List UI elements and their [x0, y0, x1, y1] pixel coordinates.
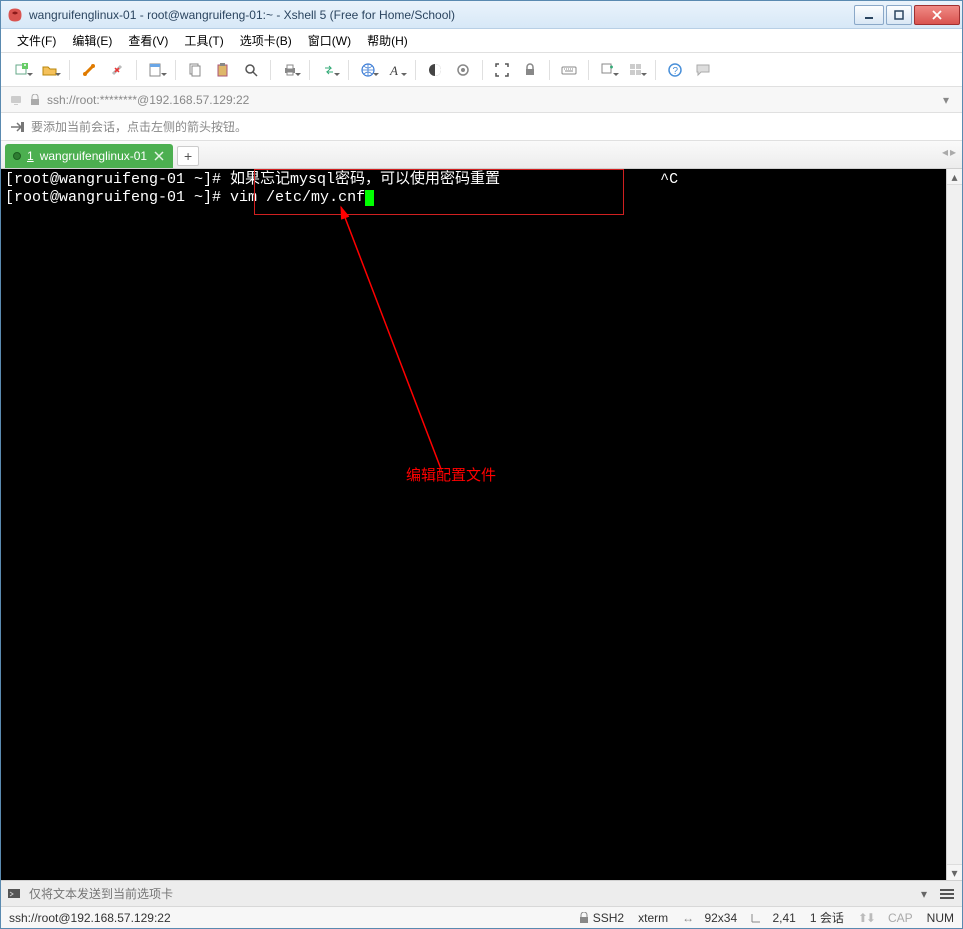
properties-button[interactable] [143, 57, 169, 83]
fullscreen-button[interactable] [489, 57, 515, 83]
new-window-button[interactable] [595, 57, 621, 83]
send-icon [7, 887, 23, 901]
color-scheme-button[interactable] [422, 57, 448, 83]
status-bar: ssh://root@192.168.57.129:22 SSH2 xterm … [1, 906, 962, 928]
status-connection: ssh://root@192.168.57.129:22 [9, 911, 565, 925]
prompt: [root@wangruifeng-01 ~]# [5, 171, 230, 188]
separator [270, 60, 271, 80]
separator [309, 60, 310, 80]
status-cursor: 2,41 [751, 911, 796, 925]
tab-bar: 1 wangruifenglinux-01 + ◂ ▸ [1, 141, 962, 169]
find-button[interactable] [238, 57, 264, 83]
terminal[interactable]: [root@wangruifeng-01 ~]# 如果忘记mysql密码，可以使… [1, 169, 946, 880]
menu-view[interactable]: 查看(V) [122, 30, 174, 51]
address-url[interactable]: ssh://root:********@192.168.57.129:22 [47, 93, 932, 107]
tab-label: wangruifenglinux-01 [40, 149, 147, 163]
separator [348, 60, 349, 80]
menu-help[interactable]: 帮助(H) [361, 30, 414, 51]
font-button[interactable]: A [383, 57, 409, 83]
tab-index: 1 [27, 149, 34, 163]
status-sessions: 1 会话 [810, 909, 844, 926]
address-bar: ssh://root:********@192.168.57.129:22 ▾ [1, 87, 962, 113]
new-session-button[interactable] [9, 57, 35, 83]
disconnect-button[interactable] [104, 57, 130, 83]
separator [655, 60, 656, 80]
status-arrows: ⬆⬇ [858, 911, 874, 925]
menu-edit[interactable]: 编辑(E) [66, 30, 118, 51]
separator [588, 60, 589, 80]
toolbar: A ? [1, 53, 962, 87]
separator [482, 60, 483, 80]
tab-prev-button[interactable]: ◂ [942, 145, 948, 159]
maximize-button[interactable] [886, 5, 912, 25]
send-options-button[interactable]: ▾ [916, 887, 932, 901]
status-cap: CAP [888, 911, 913, 925]
paste-button[interactable] [210, 57, 236, 83]
feedback-button[interactable] [690, 57, 716, 83]
reconnect-button[interactable] [76, 57, 102, 83]
open-session-button[interactable] [37, 57, 63, 83]
keyboard-button[interactable] [556, 57, 582, 83]
language-button[interactable] [355, 57, 381, 83]
scroll-up-button[interactable]: ▴ [947, 169, 962, 185]
copy-button[interactable] [182, 57, 208, 83]
separator [175, 60, 176, 80]
separator [136, 60, 137, 80]
address-dropdown[interactable]: ▾ [938, 93, 954, 107]
terminal-scrollbar[interactable]: ▴ ▾ [946, 169, 962, 880]
cursor [365, 190, 374, 206]
hint-bar: 要添加当前会话，点击左侧的箭头按钮。 [1, 113, 962, 141]
close-button[interactable] [914, 5, 960, 25]
terminal-line1-cmd: 如果忘记mysql密码，可以使用密码重置 [230, 171, 500, 188]
menu-tools[interactable]: 工具(T) [178, 30, 229, 51]
separator [549, 60, 550, 80]
tab-status-icon [13, 152, 21, 160]
tile-button[interactable] [623, 57, 649, 83]
window-buttons [852, 5, 960, 25]
separator [415, 60, 416, 80]
terminal-line1-tail: ^C [660, 171, 678, 188]
tab-active[interactable]: 1 wangruifenglinux-01 [5, 144, 173, 168]
send-menu-button[interactable] [938, 888, 956, 900]
lock-icon [29, 94, 41, 106]
tab-nav: ◂ ▸ [942, 145, 956, 159]
menu-tabs[interactable]: 选项卡(B) [234, 30, 298, 51]
lock-button[interactable] [517, 57, 543, 83]
separator [69, 60, 70, 80]
titlebar[interactable]: wangruifenglinux-01 - root@wangruifeng-0… [1, 1, 962, 29]
highlight-button[interactable] [450, 57, 476, 83]
prompt: [root@wangruifeng-01 ~]# [5, 189, 230, 206]
terminal-line2-cmd: vim /etc/my.cnf [230, 189, 365, 206]
help-button[interactable]: ? [662, 57, 688, 83]
menu-window[interactable]: 窗口(W) [302, 30, 357, 51]
window-title: wangruifenglinux-01 - root@wangruifeng-0… [29, 8, 852, 22]
app-window: wangruifenglinux-01 - root@wangruifeng-0… [0, 0, 963, 929]
send-bar: ▾ [1, 880, 962, 906]
status-term: xterm [638, 911, 668, 925]
hint-text: 要添加当前会话，点击左侧的箭头按钮。 [31, 118, 247, 135]
tab-close-icon[interactable] [153, 150, 165, 162]
tab-next-button[interactable]: ▸ [950, 145, 956, 159]
status-num: NUM [927, 911, 954, 925]
menubar: 文件(F) 编辑(E) 查看(V) 工具(T) 选项卡(B) 窗口(W) 帮助(… [1, 29, 962, 53]
menu-file[interactable]: 文件(F) [11, 30, 62, 51]
print-button[interactable] [277, 57, 303, 83]
minimize-button[interactable] [854, 5, 884, 25]
svg-text:?: ? [673, 66, 679, 77]
scroll-track[interactable] [947, 185, 962, 864]
send-input[interactable] [29, 885, 910, 903]
new-tab-button[interactable]: + [177, 146, 199, 166]
terminal-pane[interactable]: [root@wangruifeng-01 ~]# 如果忘记mysql密码，可以使… [1, 169, 962, 880]
scroll-down-button[interactable]: ▾ [947, 864, 962, 880]
address-host-icon [9, 93, 23, 107]
status-proto: SSH2 [579, 911, 624, 925]
transfer-button[interactable] [316, 57, 342, 83]
hint-arrow-icon[interactable] [9, 120, 25, 134]
app-icon [7, 7, 23, 23]
status-size: ↔ 92x34 [682, 911, 737, 925]
svg-text:A: A [389, 63, 398, 78]
